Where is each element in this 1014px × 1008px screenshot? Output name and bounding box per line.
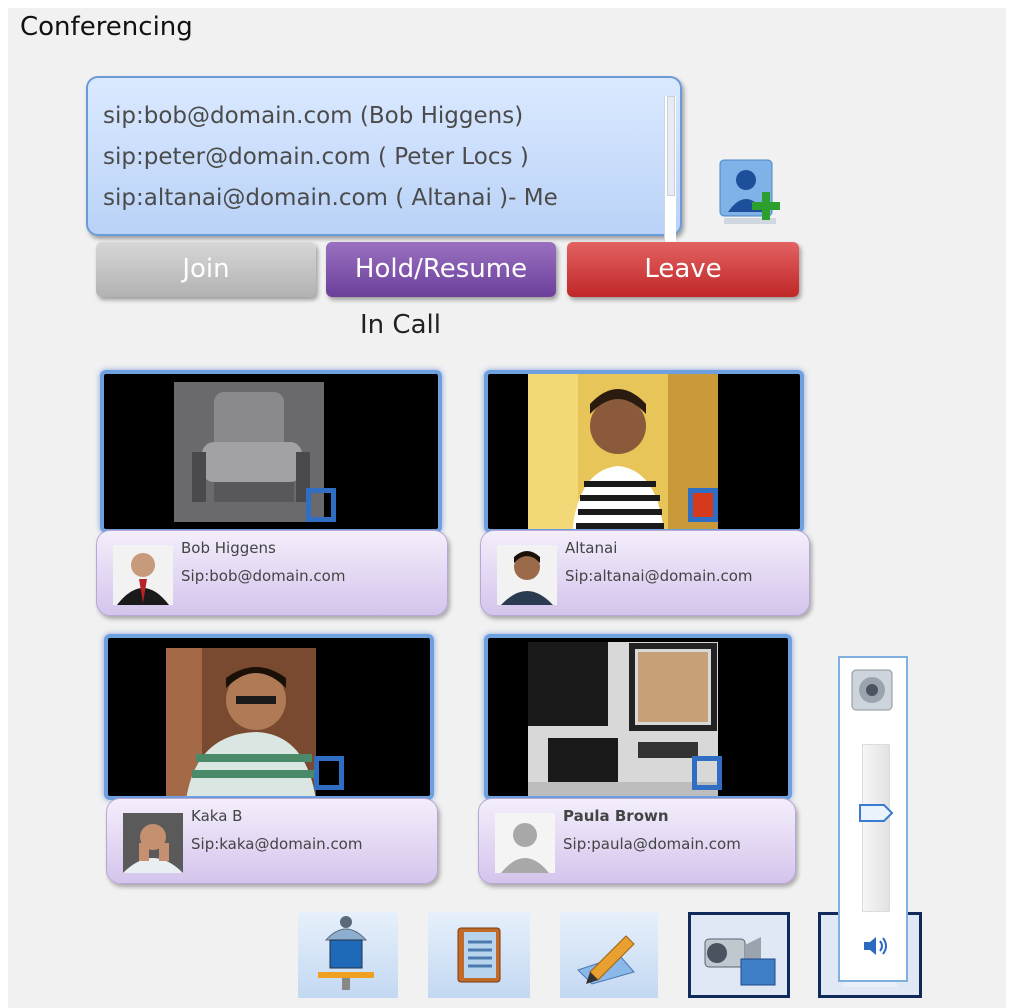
address-book-button[interactable] bbox=[428, 912, 530, 998]
video-feed[interactable] bbox=[484, 370, 804, 533]
participant-list-item[interactable]: sip:bob@domain.com (Bob Higgens) bbox=[103, 96, 680, 137]
network-share-icon bbox=[318, 916, 374, 990]
participant-list-scrollbar[interactable] bbox=[664, 96, 676, 250]
video-frame-empty-chair bbox=[174, 382, 324, 522]
avatar bbox=[123, 813, 183, 873]
participant-sip: Sip:paula@domain.com bbox=[563, 835, 741, 853]
frame-select-indicator[interactable] bbox=[306, 488, 336, 522]
frame-select-indicator[interactable] bbox=[692, 756, 722, 790]
participant-name: Bob Higgens bbox=[181, 539, 276, 557]
whiteboard-pen-icon bbox=[577, 935, 635, 985]
video-camera-icon bbox=[704, 937, 776, 986]
speaker-icon bbox=[851, 669, 893, 711]
volume-slider[interactable] bbox=[862, 744, 890, 912]
address-book-icon bbox=[457, 927, 501, 983]
video-feed[interactable] bbox=[100, 370, 442, 533]
participant-list[interactable]: sip:bob@domain.com (Bob Higgens) sip:pet… bbox=[86, 76, 682, 250]
participant-list-item[interactable]: sip:peter@domain.com ( Peter Locs ) bbox=[103, 137, 680, 178]
hold-resume-button[interactable]: Hold/Resume bbox=[326, 242, 556, 297]
frame-select-indicator-active[interactable] bbox=[688, 488, 718, 522]
volume-slider-thumb[interactable] bbox=[858, 803, 894, 823]
participant-sip: Sip:altanai@domain.com bbox=[565, 567, 753, 585]
add-user-icon[interactable] bbox=[718, 158, 782, 228]
participant-name: Paula Brown bbox=[563, 807, 669, 825]
video-camera-button[interactable] bbox=[688, 912, 790, 998]
window-title: Conferencing bbox=[20, 12, 193, 42]
avatar-placeholder bbox=[495, 813, 555, 873]
avatar bbox=[113, 545, 173, 605]
participant-card: Paula Brown Sip:paula@domain.com bbox=[478, 798, 796, 884]
avatar bbox=[497, 545, 557, 605]
leave-button[interactable]: Leave bbox=[567, 242, 799, 297]
volume-level-icon bbox=[864, 937, 887, 955]
participant-name: Altanai bbox=[565, 539, 618, 557]
participant-card: Bob Higgens Sip:bob@domain.com bbox=[96, 530, 448, 616]
volume-panel[interactable] bbox=[838, 656, 908, 982]
video-frame-boy bbox=[166, 648, 316, 796]
call-status: In Call bbox=[360, 310, 441, 340]
participant-list-item[interactable]: sip:altanai@domain.com ( Altanai )- Me bbox=[103, 178, 680, 219]
participant-sip: Sip:kaka@domain.com bbox=[191, 835, 363, 853]
video-feed[interactable] bbox=[484, 634, 792, 800]
network-share-button[interactable] bbox=[298, 912, 398, 998]
join-button[interactable]: Join bbox=[96, 242, 316, 297]
whiteboard-button[interactable] bbox=[560, 912, 658, 998]
participant-sip: Sip:bob@domain.com bbox=[181, 567, 346, 585]
video-feed[interactable] bbox=[104, 634, 434, 800]
participant-name: Kaka B bbox=[191, 807, 243, 825]
frame-select-indicator[interactable] bbox=[314, 756, 344, 790]
participant-card: Kaka B Sip:kaka@domain.com bbox=[106, 798, 438, 884]
video-frame-computer-desk bbox=[528, 642, 718, 796]
participant-card: Altanai Sip:altanai@domain.com bbox=[480, 530, 810, 616]
scrollbar-thumb[interactable] bbox=[667, 96, 675, 196]
